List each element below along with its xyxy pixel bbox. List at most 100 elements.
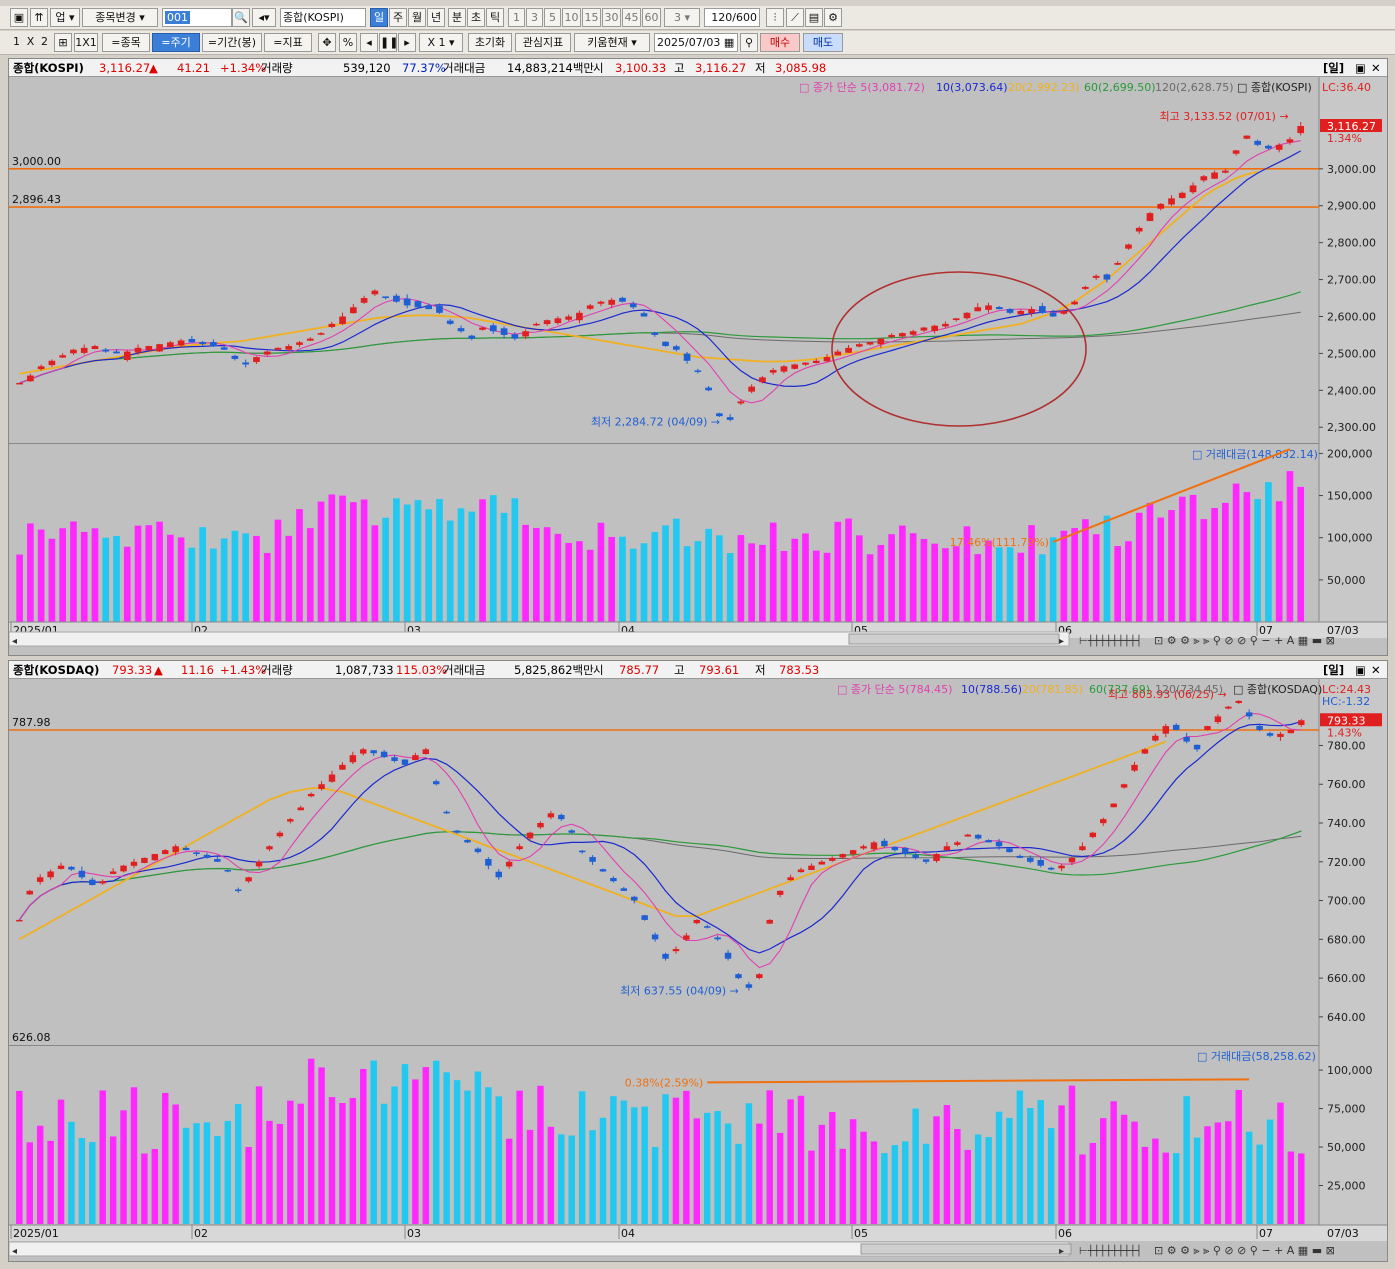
speaker-icon[interactable]: ◂▾ — [252, 8, 276, 27]
candle-body — [1275, 144, 1283, 150]
indicator-sync-button[interactable]: =지표 — [264, 33, 312, 52]
candle-body — [818, 861, 826, 865]
save-icon[interactable]: ▤ — [805, 8, 823, 27]
period-second-tab[interactable]: 초 — [467, 8, 485, 27]
period-sync-button[interactable]: =주기 — [152, 33, 200, 52]
candle-body — [1222, 170, 1229, 173]
layout-1[interactable]: 1 — [10, 33, 23, 52]
volume-bar — [954, 1128, 961, 1224]
minute-option[interactable]: 15 — [582, 8, 601, 27]
period-day-tab[interactable]: 일 — [370, 8, 388, 27]
volume-bar — [1152, 1138, 1159, 1224]
stock-name-field[interactable]: 종합(KOSPI) — [280, 8, 366, 27]
percent-button[interactable]: % — [339, 33, 357, 52]
bottom-price-label: 626.08 — [12, 1031, 51, 1044]
period-month-tab[interactable]: 월 — [408, 8, 426, 27]
candle-body — [1092, 275, 1100, 278]
volume-bar — [1068, 1085, 1076, 1224]
minute-option[interactable]: 5 — [544, 8, 561, 27]
candle-body — [276, 832, 284, 837]
kosdaq-chart-area[interactable]: 780.00 760.00 740.00 720.00 700.00 680.00 660.… — [8, 679, 1387, 1264]
period-week-tab[interactable]: 주 — [389, 8, 407, 27]
volume-bar — [266, 1120, 273, 1224]
pin-icon[interactable]: ⇈ — [30, 8, 48, 27]
count-display[interactable]: 120/600 — [704, 8, 760, 27]
minute-option[interactable]: 30 — [602, 8, 621, 27]
maximize-icon[interactable]: ▣ — [1355, 59, 1366, 77]
line-tool-icon[interactable]: ⟋ — [786, 8, 804, 27]
buy-button[interactable]: 매수 — [760, 33, 800, 52]
range-sync-button[interactable]: =기간(봉) — [202, 33, 262, 52]
stock-sync-button[interactable]: =종목 — [102, 33, 150, 52]
sell-button[interactable]: 매도 — [803, 33, 843, 52]
candle-body — [547, 813, 555, 818]
close-icon[interactable]: ✕ — [1371, 661, 1381, 679]
category-select[interactable]: 업 ▾ — [50, 8, 80, 27]
candle-body — [505, 861, 513, 867]
layout-2[interactable]: 2 — [38, 33, 51, 52]
close-icon[interactable]: ✕ — [1371, 59, 1381, 77]
minute-option[interactable]: 60 — [642, 8, 661, 27]
period-minute-tab[interactable]: 분 — [448, 8, 466, 27]
change-stock-select[interactable]: 종목변경 ▾ — [82, 8, 158, 27]
candle-body — [446, 320, 454, 324]
volume-bar — [511, 498, 519, 622]
watch-indicator-button[interactable]: 관심지표 — [515, 33, 571, 52]
date-input[interactable]: 2025/07/03 ▦ — [654, 33, 738, 52]
volume-bar — [1114, 545, 1122, 622]
candle-body — [703, 926, 711, 928]
period-year-tab[interactable]: 년 — [427, 8, 445, 27]
amount-label: 거래대금 — [443, 663, 486, 677]
x-tick-label: 03 — [407, 1227, 421, 1240]
maximize-icon[interactable]: ▣ — [1355, 661, 1366, 679]
candle-body — [151, 854, 159, 861]
volume-bar — [370, 1060, 377, 1224]
move-icon[interactable]: ✥ — [318, 33, 336, 52]
candle-body — [651, 934, 659, 940]
scrollbar-thumb — [848, 633, 1060, 645]
volume-bar — [188, 547, 196, 622]
scroll-right-icon: ▸ — [1059, 1246, 1064, 1257]
volume-bar — [349, 1097, 357, 1224]
pause-icon[interactable]: ❚❚ — [379, 33, 397, 52]
kospi-chart-area[interactable]: 3,000.00 2,900.00 2,800.00 2,700.00 2,600.00… — [8, 77, 1387, 658]
minute-option[interactable]: 10 — [562, 8, 581, 27]
period-tick-tab[interactable]: 틱 — [486, 8, 504, 27]
filter-icon[interactable]: ⚲ — [740, 33, 758, 52]
kiwoom-select[interactable]: 키움현재 ▾ — [574, 33, 650, 52]
layout-1x1-button[interactable]: 1X1 — [74, 33, 98, 52]
price-change: 41.21 — [177, 61, 210, 75]
zoom-select[interactable]: X 1 ▾ — [419, 33, 463, 52]
prev-icon[interactable]: ◂ — [360, 33, 378, 52]
minute-option[interactable]: 1 — [508, 8, 525, 27]
candle-tool-icon[interactable]: ⫶ — [766, 8, 784, 27]
reference-line-label: 3,000.00 — [12, 155, 61, 168]
volume-bar — [245, 1146, 252, 1224]
volume-legend: □ 거래대금(58,258.62) — [1197, 1050, 1316, 1063]
search-icon[interactable]: 🔍 — [232, 8, 250, 27]
volume-bar — [942, 548, 949, 622]
volume-bar — [401, 1064, 409, 1224]
volume-bar — [391, 1086, 398, 1224]
volume-bar — [1131, 1121, 1138, 1224]
volume-bar — [1235, 1090, 1242, 1224]
x-axis-background — [9, 1225, 1387, 1241]
grid-icon[interactable]: ⊞ — [54, 33, 72, 52]
window-icon[interactable]: ▣ — [10, 8, 28, 27]
gear-icon[interactable]: ⚙ — [824, 8, 842, 27]
kospi-chart-svg[interactable]: 3,000.00 2,900.00 2,800.00 2,700.00 2,600.00… — [8, 77, 1387, 655]
candle-body — [797, 869, 805, 873]
minute-option[interactable]: 3 — [526, 8, 543, 27]
candle-body — [102, 349, 110, 352]
candle-body — [1135, 227, 1143, 232]
legend-ma20: 20(781.85) — [1022, 683, 1083, 696]
layout-x[interactable]: X — [24, 33, 37, 52]
count-select[interactable]: 3 ▾ — [664, 8, 700, 27]
next-icon[interactable]: ▸ — [398, 33, 416, 52]
code-input[interactable]: 001 — [162, 8, 232, 27]
minute-option[interactable]: 45 — [622, 8, 641, 27]
candle-body — [1298, 720, 1305, 726]
reset-button[interactable]: 초기화 — [468, 33, 512, 52]
kosdaq-chart-svg[interactable]: 780.00 760.00 740.00 720.00 700.00 680.00 660.… — [8, 679, 1387, 1261]
volume-bar — [296, 509, 303, 622]
